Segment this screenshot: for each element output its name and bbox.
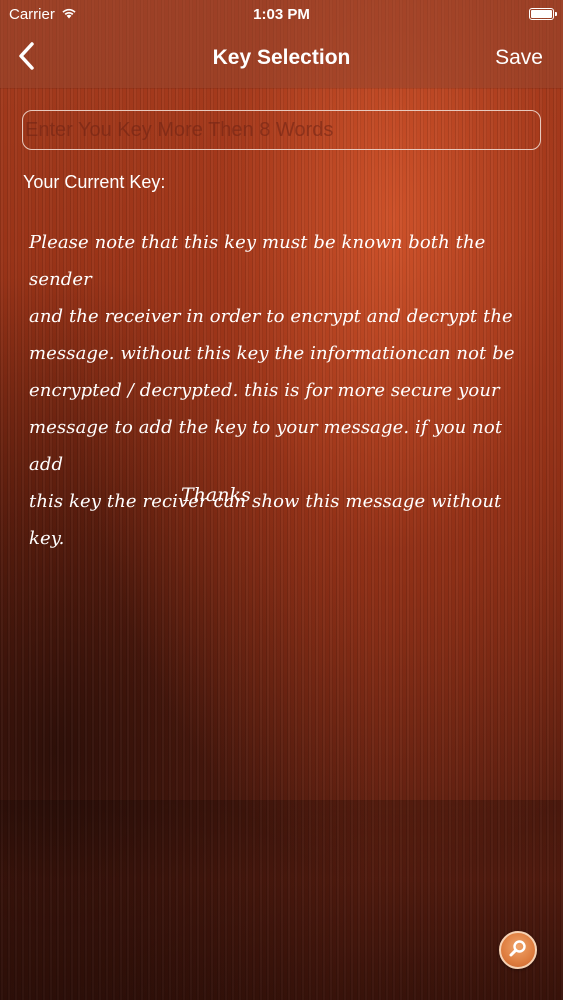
key-info-note: Please note that this key must be known … <box>29 224 534 557</box>
note-line: Please note that this key must be known … <box>29 232 486 290</box>
note-line: this key the reciver can show this messa… <box>29 491 502 549</box>
search-button[interactable] <box>499 931 537 969</box>
key-input[interactable] <box>22 110 541 150</box>
save-button[interactable]: Save <box>495 46 543 70</box>
note-line: message to add the key to your message. … <box>29 417 503 475</box>
status-time: 1:03 PM <box>253 6 310 23</box>
background-shelf <box>0 800 563 1000</box>
battery-icon <box>529 8 557 20</box>
search-icon <box>508 938 528 963</box>
note-line: and the receiver in order to encrypt and… <box>29 306 513 327</box>
note-thanks: Thanks <box>181 484 251 506</box>
current-key-label: Your Current Key: <box>23 172 166 192</box>
note-line: message. without this key the informatio… <box>29 343 515 364</box>
navigation-bar: Key Selection Save <box>0 30 563 88</box>
page-title: Key Selection <box>212 46 351 69</box>
note-line: encrypted / decrypted. this is for more … <box>29 380 500 401</box>
status-bar: Carrier 1:03 PM <box>0 0 563 30</box>
